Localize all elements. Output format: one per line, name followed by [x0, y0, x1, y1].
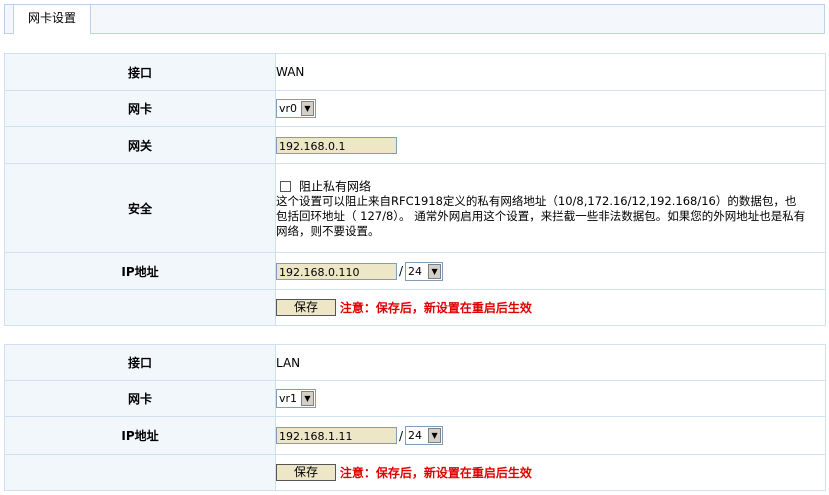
wan-nic-label: 网卡 — [4, 90, 276, 127]
lan-nic-select-value: vr1 — [279, 392, 298, 405]
lan-settings-table: 接口 LAN 网卡 vr1 ▼ IP地址 192.168.1.11/ 24 ▼ … — [4, 344, 826, 491]
wan-nic-select-value: vr0 — [279, 102, 298, 115]
lan-interface-value: LAN — [275, 344, 826, 381]
wan-gateway-label: 网关 — [4, 126, 276, 164]
lan-mask-select[interactable]: 24 ▼ — [405, 426, 444, 445]
tab-bar: 网卡设置 — [4, 4, 825, 34]
wan-mask-select-value: 24 — [408, 264, 423, 278]
wan-interface-label: 接口 — [4, 53, 276, 91]
wan-interface-value: WAN — [275, 53, 826, 91]
lan-ip-label: IP地址 — [4, 416, 276, 455]
lan-save-note: 注意：保存后，新设置在重启后生效 — [339, 466, 532, 480]
chevron-down-icon[interactable]: ▼ — [428, 428, 442, 443]
wan-save-note: 注意：保存后，新设置在重启后生效 — [339, 301, 532, 315]
lan-nic-select[interactable]: vr1 ▼ — [276, 389, 316, 408]
chevron-down-icon[interactable]: ▼ — [428, 263, 442, 279]
wan-nic-select[interactable]: vr0 ▼ — [276, 99, 316, 118]
wan-mask-select[interactable]: 24 ▼ — [405, 261, 444, 281]
block-private-network-label: 阻止私有网络 — [299, 179, 372, 193]
lan-save-row-label — [4, 454, 276, 491]
wan-ip-input[interactable]: 192.168.0.110 — [276, 262, 397, 280]
wan-save-button[interactable]: 保存 — [276, 299, 336, 316]
wan-gateway-input[interactable]: 192.168.0.1 — [276, 136, 397, 154]
tab-nic-settings[interactable]: 网卡设置 — [13, 4, 91, 34]
ip-mask-separator: / — [399, 428, 404, 443]
lan-mask-select-value: 24 — [408, 429, 423, 442]
wan-security-label: 安全 — [4, 163, 276, 253]
wan-settings-table: 接口 WAN 网卡 vr0 ▼ 网关 192.168.0.1 安全 阻止私有网络… — [4, 53, 826, 326]
chevron-down-icon[interactable]: ▼ — [301, 101, 314, 116]
lan-save-button[interactable]: 保存 — [276, 464, 336, 481]
security-description: 这个设置可以阻止来自RFC1918定义的私有网络地址（10/8,172.16/1… — [276, 193, 806, 238]
wan-ip-label: IP地址 — [4, 252, 276, 290]
block-private-network-checkbox[interactable] — [280, 180, 291, 192]
lan-nic-label: 网卡 — [4, 380, 276, 417]
ip-mask-separator: / — [399, 264, 404, 278]
lan-ip-input[interactable]: 192.168.1.11 — [276, 427, 397, 444]
wan-save-row-label — [4, 289, 276, 326]
lan-interface-label: 接口 — [4, 344, 276, 381]
chevron-down-icon[interactable]: ▼ — [301, 391, 314, 406]
